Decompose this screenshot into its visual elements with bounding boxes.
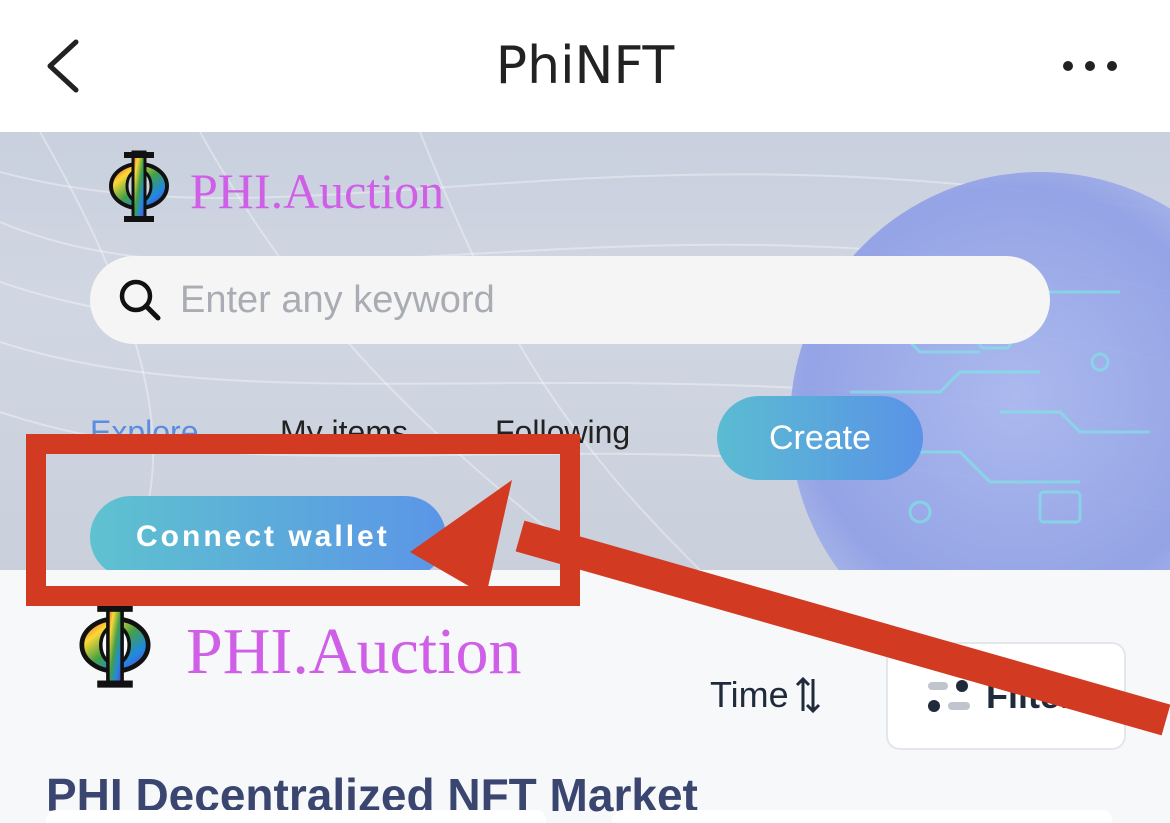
tab-my-items[interactable]: My items bbox=[280, 414, 408, 451]
tab-explore[interactable]: Explore bbox=[90, 414, 199, 451]
filter-label: Filter bbox=[986, 675, 1075, 716]
card-edge bbox=[46, 810, 546, 823]
search-icon bbox=[119, 279, 161, 321]
search-bar[interactable] bbox=[90, 256, 1050, 344]
phi-logo-icon bbox=[109, 150, 169, 222]
more-button[interactable] bbox=[1054, 48, 1126, 84]
sort-label: Time bbox=[710, 674, 789, 715]
connect-wallet-button[interactable]: Connect wallet bbox=[90, 496, 446, 570]
phi-logo-icon bbox=[79, 602, 151, 688]
create-button[interactable]: Create bbox=[717, 396, 923, 480]
content-area: PHI.Auction Time Filter PHI Decentralize… bbox=[0, 570, 1170, 823]
filter-button[interactable]: Filter bbox=[886, 642, 1126, 750]
search-input[interactable] bbox=[180, 278, 1000, 322]
card-edge bbox=[612, 810, 1112, 823]
filter-icon bbox=[928, 680, 970, 712]
phi-auction-logo-large: PHI.Auction bbox=[70, 600, 521, 690]
top-nav-bar: PhiNFT bbox=[0, 0, 1170, 132]
logo-text-large: PHI.Auction bbox=[186, 615, 522, 688]
phi-auction-logo: PHI.Auction bbox=[104, 146, 444, 226]
hero-banner: PHI.Auction Explore My items Following C… bbox=[0, 132, 1170, 570]
logo-text: PHI.Auction bbox=[190, 163, 445, 219]
page-title: PhiNFT bbox=[495, 36, 675, 96]
tab-following[interactable]: Following bbox=[495, 414, 630, 451]
sort-by-time-button[interactable]: Time bbox=[710, 674, 821, 716]
more-horizontal-icon bbox=[1063, 61, 1117, 71]
sort-arrows-icon bbox=[795, 676, 820, 714]
